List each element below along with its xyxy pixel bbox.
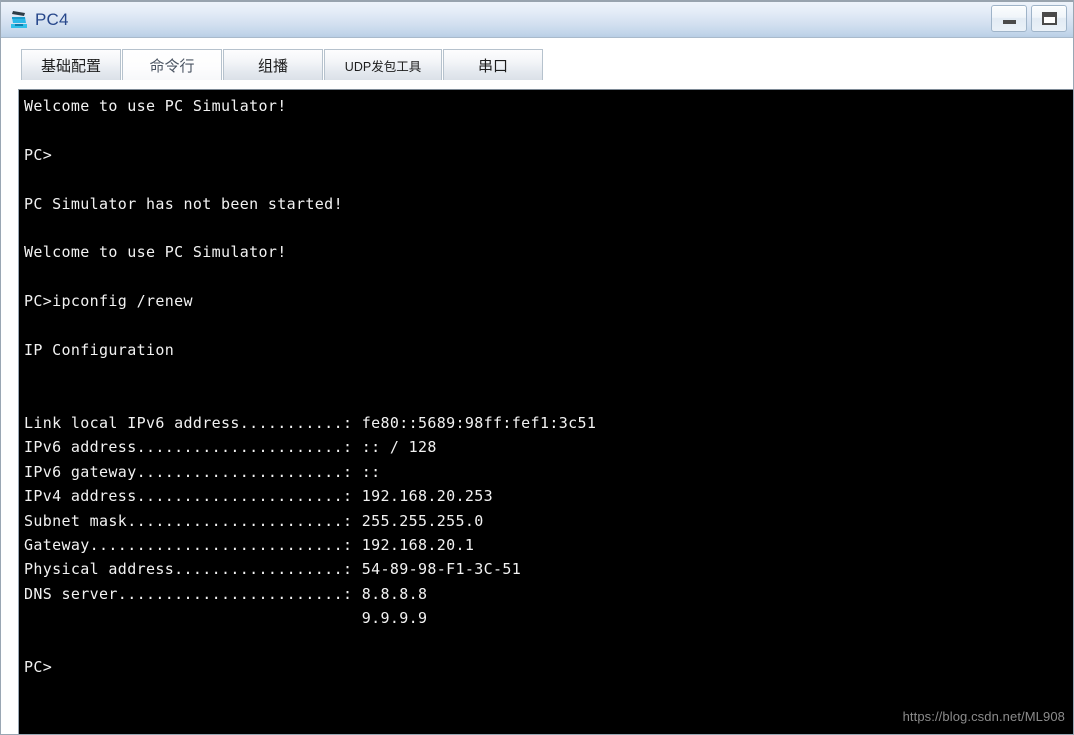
terminal-line: Link local IPv6 address...........: fe80… bbox=[24, 414, 597, 433]
tab-multicast[interactable]: 组播 bbox=[223, 49, 323, 80]
minimize-icon bbox=[1002, 20, 1016, 24]
terminal-line: Subnet mask.......................: 255.… bbox=[24, 511, 484, 530]
terminal-line: IPv6 gateway......................: :: bbox=[24, 462, 381, 481]
terminal-output: Welcome to use PC Simulator! PC> PC Simu… bbox=[24, 94, 1073, 734]
terminal-panel[interactable]: Welcome to use PC Simulator! PC> PC Simu… bbox=[18, 89, 1073, 734]
terminal-line: PC> bbox=[24, 145, 53, 164]
tab-command-line[interactable]: 命令行 bbox=[122, 49, 222, 80]
terminal-line: PC Simulator has not been started! bbox=[24, 194, 343, 213]
pc-simulator-icon bbox=[9, 9, 31, 31]
tab-udp-packet-tool[interactable]: UDP发包工具 bbox=[324, 49, 442, 80]
title-bar: PC4 bbox=[1, 0, 1073, 38]
tab-label: 基础配置 bbox=[40, 57, 101, 75]
terminal-line: IPv6 address......................: :: /… bbox=[24, 438, 437, 457]
tab-label: UDP发包工具 bbox=[344, 59, 422, 74]
terminal-line: Physical address..................: 54-8… bbox=[24, 560, 522, 579]
terminal-line: DNS server........................: 8.8.… bbox=[24, 584, 428, 603]
tab-strip: 基础配置 命令行 组播 UDP发包工具 串口 bbox=[21, 49, 1073, 80]
terminal-line: Gateway...........................: 192.… bbox=[24, 536, 475, 555]
tab-serial-port[interactable]: 串口 bbox=[443, 49, 543, 80]
terminal-line: IP Configuration bbox=[24, 340, 175, 359]
terminal-line: IPv4 address......................: 192.… bbox=[24, 487, 494, 506]
tab-label: 命令行 bbox=[149, 57, 195, 75]
maximize-icon bbox=[1041, 12, 1057, 25]
pc-simulator-window: PC4 基础配置 命令行 组播 UDP发包工具 串口 Welcome to us… bbox=[0, 0, 1074, 735]
terminal-line: Welcome to use PC Simulator! bbox=[24, 243, 287, 262]
terminal-line: PC>ipconfig /renew bbox=[24, 292, 193, 311]
window-controls bbox=[991, 5, 1067, 32]
tab-label: 组播 bbox=[257, 57, 288, 75]
terminal-line: Welcome to use PC Simulator! bbox=[24, 97, 287, 115]
tab-strip-container: 基础配置 命令行 组播 UDP发包工具 串口 bbox=[1, 38, 1073, 80]
window-title: PC4 bbox=[35, 9, 69, 29]
tab-label: 串口 bbox=[477, 57, 508, 75]
watermark: https://blog.csdn.net/ML908 bbox=[902, 709, 1065, 724]
terminal-line: PC> bbox=[24, 657, 53, 676]
minimize-button[interactable] bbox=[991, 5, 1027, 32]
maximize-button[interactable] bbox=[1031, 5, 1067, 32]
tab-basic-config[interactable]: 基础配置 bbox=[21, 49, 121, 80]
terminal-line: 9.9.9.9 bbox=[24, 609, 428, 628]
